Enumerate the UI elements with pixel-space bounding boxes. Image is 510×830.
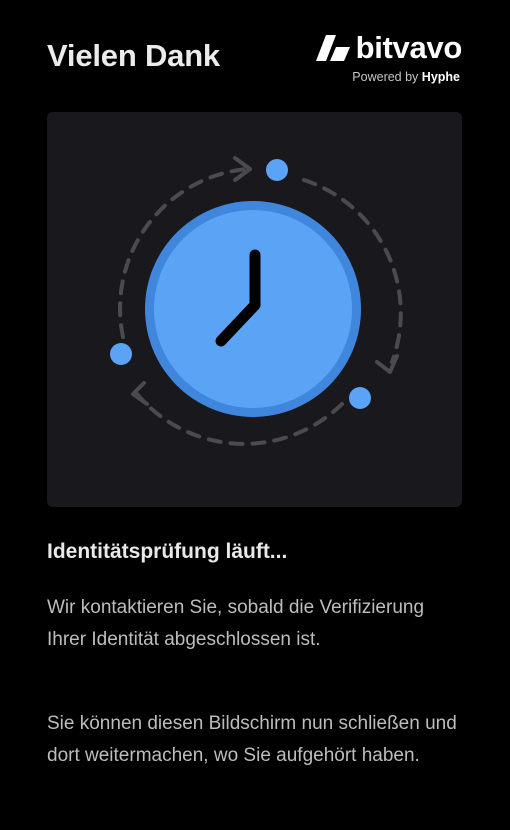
page-title: Vielen Dank <box>47 38 220 73</box>
arrowhead-left <box>131 381 149 406</box>
cycle-dot-left <box>110 343 132 365</box>
powered-by-text: Powered by Hyphe <box>352 70 460 84</box>
brand-logo: bitvavo Powered by Hyphe <box>302 32 462 86</box>
header: Vielen Dank bitvavo Powered by Hyphe <box>0 0 510 100</box>
cycle-dot-right <box>349 387 371 409</box>
brand-logo-row: bitvavo <box>315 30 463 65</box>
status-heading: Identitätsprüfung läuft... <box>47 540 288 563</box>
cycle-dot-top <box>266 159 288 181</box>
bitvavo-logo-icon <box>315 35 350 61</box>
clock-icon <box>145 201 361 417</box>
pending-verification-illustration <box>110 156 403 446</box>
brand-name: bitvavo <box>355 30 463 65</box>
info-paragraph-close-screen: Sie können diesen Bildschirm nun schließ… <box>47 713 457 766</box>
illustration-card <box>47 112 462 507</box>
arrowhead-right <box>375 354 399 374</box>
info-paragraph-contact: Wir kontaktieren Sie, sobald die Verifiz… <box>47 597 425 650</box>
powered-by-label: Powered by <box>352 70 419 84</box>
partner-name: Hyphe <box>421 70 460 84</box>
